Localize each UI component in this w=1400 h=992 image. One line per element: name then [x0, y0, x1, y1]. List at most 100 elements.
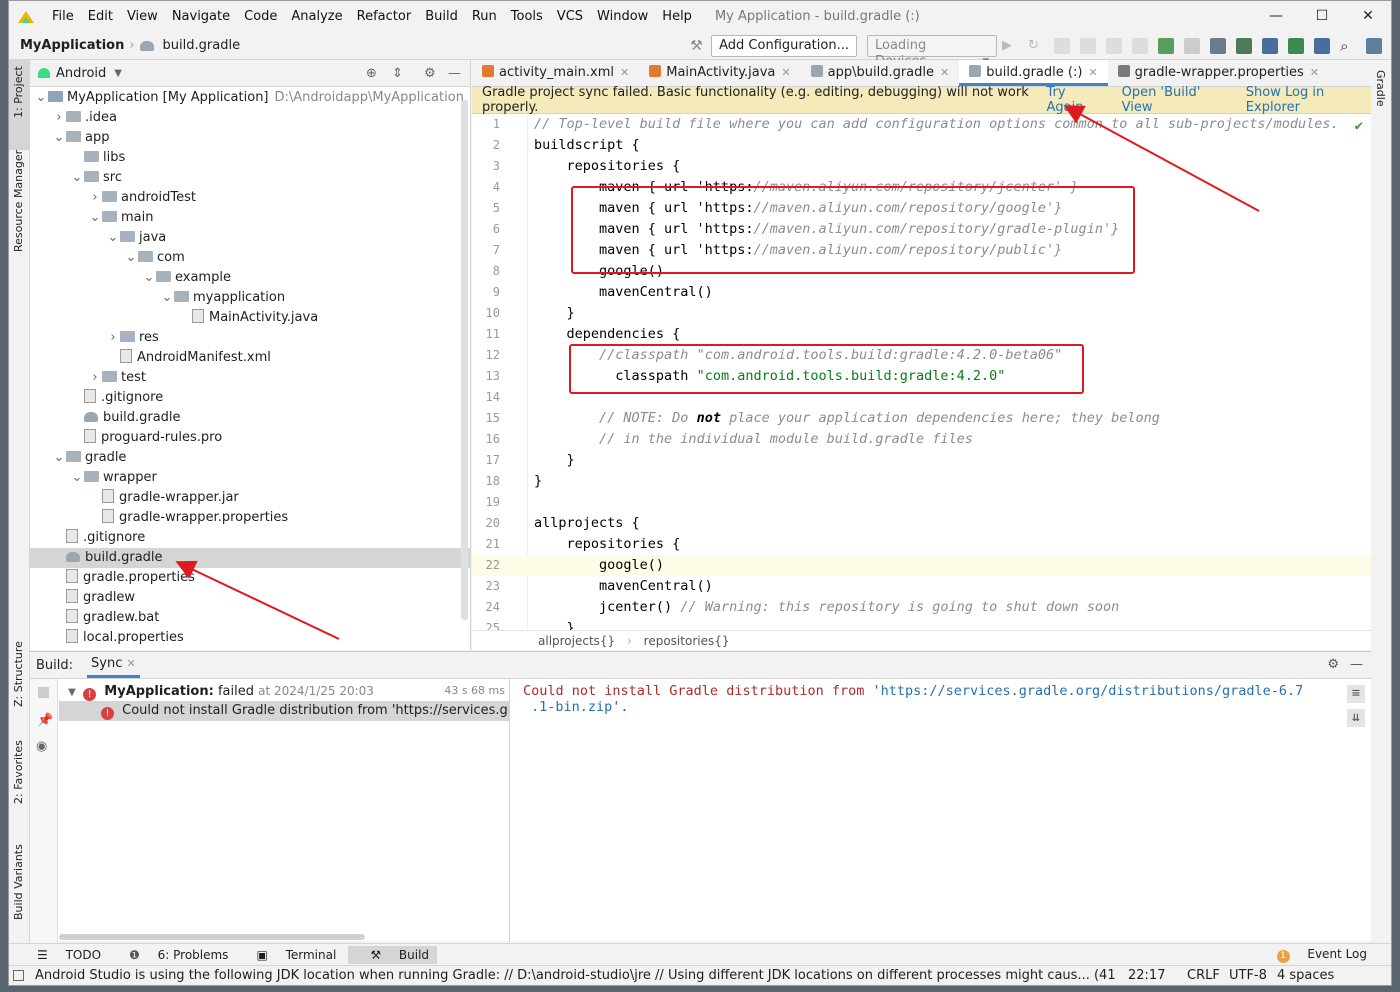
menu-item-view[interactable]: View	[127, 9, 158, 24]
device-selector[interactable]: Loading Devices...▾	[867, 35, 997, 69]
sync-gradle-icon[interactable]	[1158, 38, 1174, 54]
code-editor[interactable]: 1 // Top-level build file where you can a…	[472, 114, 1371, 636]
gear-icon[interactable]: ⚙	[424, 66, 436, 81]
account-icon[interactable]	[1366, 38, 1382, 54]
open-build-view-link[interactable]: Open 'Build' View	[1122, 85, 1226, 115]
chevron-down-icon[interactable]: ⌄	[52, 448, 66, 468]
menu-item-refactor[interactable]: Refactor	[357, 9, 412, 24]
chevron-right-icon[interactable]: ›	[88, 188, 102, 208]
problems-tab[interactable]: ❶ 6: Problems	[115, 948, 228, 962]
tree-item[interactable]: ⌄ java	[30, 228, 470, 248]
build-root-row[interactable]: ▼ ! MyApplication: failed at 2024/1/25 2…	[59, 681, 509, 701]
gradle-tool-tab[interactable]: Gradle	[1374, 70, 1387, 107]
tree-item[interactable]: build.gradle	[30, 408, 470, 428]
stop-icon[interactable]	[38, 687, 49, 698]
favorites-tab[interactable]: 2: Favorites	[12, 740, 25, 804]
eye-icon[interactable]: ◉	[36, 739, 47, 754]
menu-item-run[interactable]: Run	[472, 9, 497, 24]
chevron-down-icon[interactable]: ⌄	[52, 128, 66, 148]
editor-tab[interactable]: build.gradle (:) ✕	[959, 60, 1108, 86]
layout-inspector-icon[interactable]	[1314, 38, 1330, 54]
chevron-right-icon[interactable]: ›	[52, 108, 66, 128]
tree-item[interactable]: local.properties	[30, 628, 470, 648]
tree-item[interactable]: › test	[30, 368, 470, 388]
close-icon[interactable]: ✕	[1310, 66, 1319, 79]
chevron-down-icon[interactable]: ⌄	[142, 268, 156, 288]
menu-item-build[interactable]: Build	[425, 9, 458, 24]
try-again-link[interactable]: Try Again	[1047, 85, 1102, 115]
structure-tab[interactable]: Z: Structure	[12, 641, 25, 707]
tree-item[interactable]: › res	[30, 328, 470, 348]
maximize-button[interactable]: ☐	[1299, 1, 1345, 32]
tree-item[interactable]: ⌄ app	[30, 128, 470, 148]
chevron-down-icon[interactable]: ⌄	[88, 208, 102, 228]
pin-icon[interactable]: 📌	[37, 713, 53, 728]
project-scrollbar[interactable]	[461, 100, 468, 620]
run-icon[interactable]: ▶	[1002, 38, 1018, 54]
tree-item[interactable]: gradle-wrapper.properties	[30, 508, 470, 528]
close-icon[interactable]: ✕	[1088, 66, 1097, 79]
tree-item[interactable]: › .idea	[30, 108, 470, 128]
device-manager-icon[interactable]	[1288, 38, 1304, 54]
tree-item[interactable]: › androidTest	[30, 188, 470, 208]
tool-windows-icon[interactable]	[13, 970, 24, 981]
chevron-down-icon[interactable]: ⌄	[124, 248, 138, 268]
tree-item[interactable]: gradlew.bat	[30, 608, 470, 628]
tree-item[interactable]: gradle.properties	[30, 568, 470, 588]
tree-item[interactable]: .gitignore	[30, 388, 470, 408]
close-icon[interactable]: ✕	[940, 66, 949, 79]
menu-item-window[interactable]: Window	[597, 9, 648, 24]
profile-icon[interactable]	[1106, 38, 1122, 54]
editor-tab[interactable]: app\build.gradle ✕	[801, 60, 960, 86]
avd-manager-icon[interactable]	[1236, 38, 1252, 54]
tree-item[interactable]: MainActivity.java	[30, 308, 470, 328]
search-icon[interactable]: ⌕	[1340, 38, 1356, 54]
project-structure-icon[interactable]	[1210, 38, 1226, 54]
tree-item[interactable]: ⌄ MyApplication [My Application] D:\Androi…	[30, 88, 470, 108]
close-icon[interactable]: ✕	[781, 66, 790, 79]
menu-item-code[interactable]: Code	[244, 9, 277, 24]
chevron-down-icon[interactable]: ▼	[114, 68, 122, 79]
build-output[interactable]: Could not install Gradle distribution fr…	[511, 679, 1371, 942]
build-variants-tab[interactable]: Build Variants	[12, 844, 25, 920]
chevron-right-icon[interactable]: ›	[106, 328, 120, 348]
breadcrumb-repositories[interactable]: repositories{}	[644, 634, 730, 648]
coverage-icon[interactable]	[1054, 38, 1070, 54]
menu-item-file[interactable]: File	[52, 9, 74, 24]
tree-item[interactable]: build.gradle	[30, 548, 470, 568]
breadcrumb-project[interactable]: MyApplication	[20, 38, 124, 53]
close-icon[interactable]: ✕	[620, 66, 629, 79]
gradle-distribution-link[interactable]: https://services.gradle.org/distribution…	[881, 683, 1304, 699]
close-icon[interactable]: ✕	[127, 657, 136, 670]
tree-item[interactable]: ⌄ myapplication	[30, 288, 470, 308]
tree-item[interactable]: ⌄ src	[30, 168, 470, 188]
build-error-row[interactable]: ! Could not install Gradle distribution …	[59, 701, 509, 721]
locate-icon[interactable]: ⊕	[366, 66, 377, 81]
breadcrumb-file[interactable]: build.gradle	[163, 38, 241, 53]
tree-item[interactable]: ⌄ example	[30, 268, 470, 288]
close-window-button[interactable]: ✕	[1345, 1, 1391, 32]
chevron-down-icon[interactable]: ⌄	[70, 168, 84, 188]
chevron-down-icon[interactable]: ⌄	[70, 468, 84, 488]
tree-item[interactable]: gradlew	[30, 588, 470, 608]
chevron-down-icon[interactable]: ▼	[65, 683, 79, 703]
menu-item-vcs[interactable]: VCS	[557, 9, 583, 24]
show-log-link[interactable]: Show Log in Explorer	[1246, 85, 1371, 115]
gear-icon[interactable]: ⚙	[1327, 657, 1339, 672]
tree-item[interactable]: proguard-rules.pro	[30, 428, 470, 448]
menu-item-tools[interactable]: Tools	[511, 9, 543, 24]
attach-debugger-icon[interactable]	[1132, 38, 1148, 54]
gradle-distribution-link-cont[interactable]: .1-bin.zip	[531, 699, 612, 715]
collapse-all-icon[interactable]: ⇕	[392, 66, 403, 81]
status-message[interactable]: Android Studio is using the following JD…	[35, 966, 1115, 985]
menu-item-navigate[interactable]: Navigate	[172, 9, 230, 24]
menu-item-analyze[interactable]: Analyze	[291, 9, 342, 24]
terminal-tab[interactable]: ▣ Terminal	[242, 948, 336, 962]
indent-setting[interactable]: 4 spaces	[1277, 966, 1334, 985]
tree-item[interactable]: ⌄ main	[30, 208, 470, 228]
line-separator[interactable]: CRLF	[1187, 966, 1220, 985]
editor-tab[interactable]: activity_main.xml ✕	[472, 60, 639, 86]
menu-item-edit[interactable]: Edit	[88, 9, 113, 24]
todo-tab[interactable]: ☰ TODO	[23, 948, 101, 962]
apply-changes-icon[interactable]: ↻	[1028, 38, 1044, 54]
